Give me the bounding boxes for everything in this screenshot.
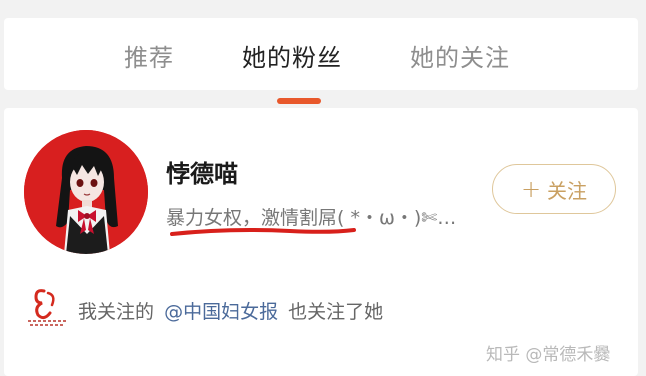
tabs-bar: 推荐 她的粉丝 她的关注 xyxy=(4,18,638,104)
china-women-news-logo-icon xyxy=(22,285,72,331)
tab-her-fans[interactable]: 她的粉丝 xyxy=(242,38,342,73)
active-tab-indicator xyxy=(277,98,321,104)
mutual-account-link[interactable]: @中国妇女报 xyxy=(164,301,278,323)
avatar[interactable] xyxy=(24,130,148,254)
mutual-follow-line: 我关注的 @中国妇女报 也关注了她 xyxy=(78,297,383,324)
anime-girl-avatar-icon xyxy=(24,130,148,254)
follow-button[interactable]: + 关注 xyxy=(492,164,616,214)
mutual-suffix: 也关注了她 xyxy=(288,301,384,323)
follow-button-label: 关注 xyxy=(547,178,588,203)
mutual-prefix: 我关注的 xyxy=(78,301,155,323)
plus-icon: + xyxy=(520,175,542,203)
bio-red-underline xyxy=(170,228,356,236)
tab-recommend[interactable]: 推荐 xyxy=(124,38,174,73)
watermark: 知乎 @常德禾爨 xyxy=(486,345,611,365)
tab-her-following[interactable]: 她的关注 xyxy=(410,38,510,73)
user-name[interactable]: 悖德喵 xyxy=(166,154,238,189)
